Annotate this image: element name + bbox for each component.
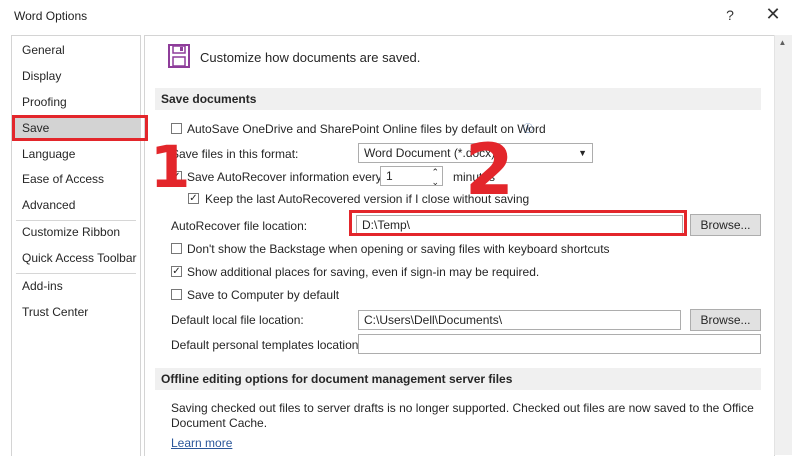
section-heading-save-documents: Save documents — [155, 88, 761, 110]
annotation-step-1: 1 — [150, 133, 191, 201]
additional-places-checkbox[interactable]: ✓ — [171, 266, 182, 277]
browse-autorecover-button[interactable]: Browse... — [690, 214, 761, 236]
nav-item-customize-ribbon[interactable]: Customize Ribbon — [12, 220, 140, 244]
title-bar — [0, 0, 800, 32]
scroll-up-arrow-icon[interactable]: ▲ — [774, 36, 791, 50]
spin-down-icon[interactable]: ⌄ — [431, 173, 439, 191]
floppy-disk-icon — [168, 44, 190, 68]
help-icon[interactable]: ? — [722, 7, 738, 23]
default-local-location-label: Default local file location: — [171, 313, 304, 327]
offline-info-line1: Saving checked out files to server draft… — [171, 401, 754, 415]
learn-more-link[interactable]: Learn more — [171, 436, 232, 450]
offline-info-line2: Document Cache. — [171, 416, 268, 430]
nav-item-language[interactable]: Language — [12, 142, 140, 166]
options-nav: General Display Proofing Save Language E… — [11, 35, 141, 456]
nav-item-add-ins[interactable]: Add-ins — [12, 274, 140, 298]
nav-item-ease-of-access[interactable]: Ease of Access — [12, 167, 140, 191]
nav-item-display[interactable]: Display — [12, 64, 140, 88]
section-heading-offline-editing: Offline editing options for document man… — [155, 368, 761, 390]
nav-item-advanced[interactable]: Advanced — [12, 193, 140, 217]
save-to-computer-label: Save to Computer by default — [187, 288, 340, 302]
dropdown-arrow-icon: ▼ — [578, 148, 587, 158]
highlight-save-nav — [12, 115, 148, 141]
browse-default-local-button[interactable]: Browse... — [690, 309, 761, 331]
info-icon[interactable]: ⓘ — [523, 120, 533, 135]
save-to-computer-checkbox[interactable] — [171, 289, 182, 300]
vertical-scrollbar[interactable] — [774, 35, 792, 455]
nav-item-general[interactable]: General — [12, 38, 140, 62]
nav-item-proofing[interactable]: Proofing — [12, 90, 140, 114]
backstage-checkbox[interactable] — [171, 243, 182, 254]
close-icon[interactable]: ✕ — [764, 4, 782, 25]
autorecover-label: Save AutoRecover information every — [187, 170, 382, 184]
window-title: Word Options — [14, 9, 88, 23]
additional-places-label: Show additional places for saving, even … — [187, 265, 540, 279]
page-header-text: Customize how documents are saved. — [200, 50, 421, 65]
annotation-step-2: 2 — [465, 129, 514, 211]
personal-templates-label: Default personal templates location: — [171, 338, 362, 352]
nav-item-trust-center[interactable]: Trust Center — [12, 300, 140, 324]
highlight-autorecover-location — [349, 210, 687, 236]
autorecover-minutes-value: 1 — [386, 169, 393, 183]
learn-more-link-text[interactable]: Learn more — [171, 436, 232, 450]
backstage-label: Don't show the Backstage when opening or… — [187, 242, 610, 256]
personal-templates-input[interactable] — [358, 334, 761, 354]
autorecover-minutes-spinner[interactable]: 1 ⌃ ⌄ — [380, 166, 443, 187]
autorecover-location-label: AutoRecover file location: — [171, 219, 308, 233]
default-local-location-input[interactable]: C:\Users\Dell\Documents\ — [358, 310, 681, 330]
nav-item-quick-access-toolbar[interactable]: Quick Access Toolbar — [12, 246, 140, 270]
